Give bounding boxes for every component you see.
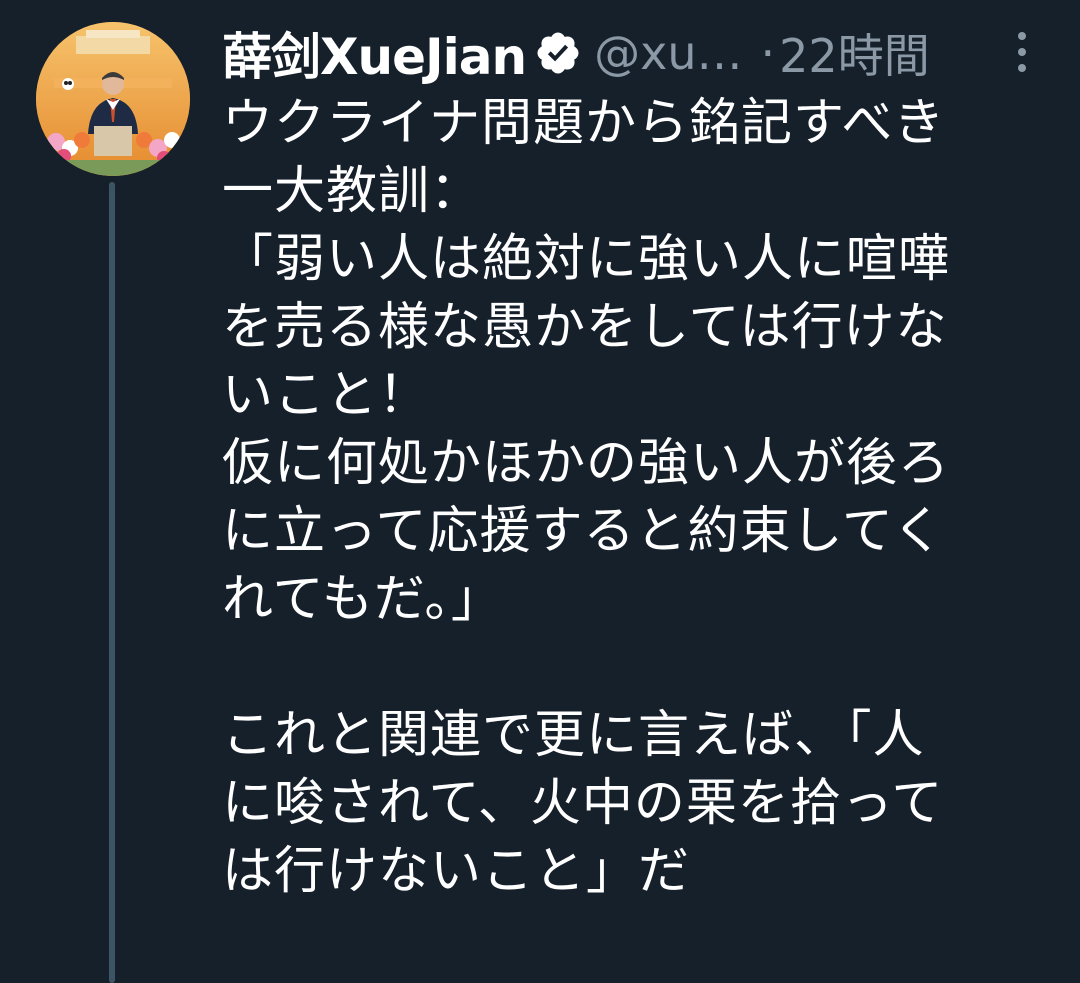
verified-badge-icon <box>534 29 582 77</box>
tweet-text-line: いこと！ <box>222 366 431 425</box>
timestamp[interactable]: 22時間 <box>779 20 930 86</box>
tweet-text-line: これと関連で更に言えば、「人 <box>222 706 925 765</box>
more-options-icon[interactable] <box>1010 28 1034 80</box>
tweet-text-line <box>222 634 1022 702</box>
tweet-text-line: 仮に何処かほかの強い人が後ろ <box>222 434 951 493</box>
tweet-text-line: に唆されて、火中の栗を拾って <box>222 774 944 833</box>
tweet-text-line: は行けないこと」だ <box>222 842 691 901</box>
avatar-image <box>36 22 190 176</box>
header-separator: · <box>760 26 776 80</box>
tweet-text-line: に立って応援すると約束してく <box>222 502 945 561</box>
tweet[interactable]: 薛剑XueJian @xu… · 22時間 ウクライナ問題から銘記すべき 一大教… <box>0 0 1080 983</box>
tweet-text-line: ウクライナ問題から銘記すべき <box>222 94 946 153</box>
tweet-text-line: 一大教訓： <box>222 162 483 221</box>
avatar[interactable] <box>36 22 190 176</box>
tweet-text-line: 「弱い人は絶対に強い人に喧嘩 <box>222 230 951 289</box>
tweet-text-line: れてもだ。」 <box>222 570 503 629</box>
thread-line <box>109 182 115 983</box>
tweet-header: 薛剑XueJian @xu… · 22時間 <box>222 18 1052 88</box>
display-name[interactable]: 薛剑XueJian <box>222 17 527 89</box>
tweet-text-line: を売る様な愚かをしては行けな <box>222 298 948 357</box>
tweet-text: ウクライナ問題から銘記すべき 一大教訓： 「弱い人は絶対に強い人に喧嘩 を売る様… <box>222 90 1022 906</box>
handle[interactable]: @xu… <box>594 26 742 80</box>
